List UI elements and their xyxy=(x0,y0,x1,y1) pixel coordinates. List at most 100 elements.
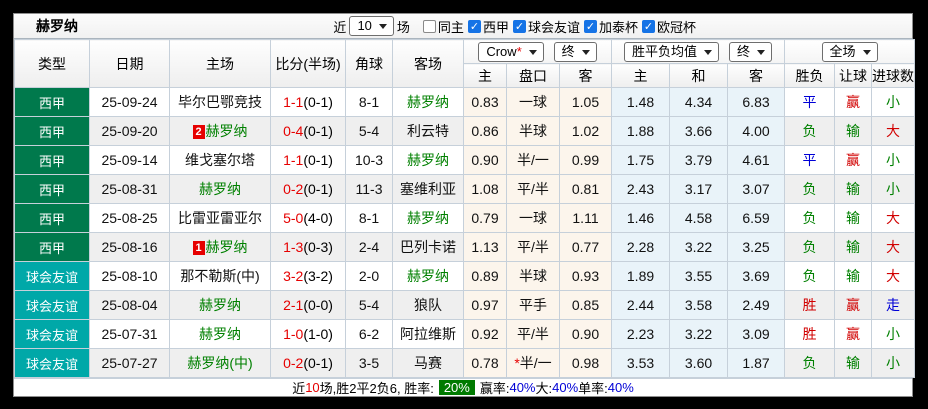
avg-home-odds-cell: 2.44 xyxy=(612,291,670,320)
date-cell: 25-07-31 xyxy=(90,320,170,349)
avg-final-select[interactable]: 终 xyxy=(729,42,772,62)
away-team-name: 利云特 xyxy=(407,123,449,139)
checkbox-unchecked-icon[interactable] xyxy=(423,20,436,33)
avg-draw-odds-cell: 3.17 xyxy=(670,175,728,204)
score-cell: 1-1(0-1) xyxy=(271,88,346,117)
avg-draw-odds-cell: 3.66 xyxy=(670,117,728,146)
asian-odds-header: Crow* 终 xyxy=(464,40,612,64)
sub-header-asian-line: 盘口 xyxy=(507,64,560,88)
away-team-name: 狼队 xyxy=(414,297,442,313)
half-time-score: (0-1) xyxy=(303,123,333,139)
summary-bar: 近10场,胜2平2负6, 胜率:20%赢率:40% 大:40% 单率:40% xyxy=(14,378,912,396)
asian-line-cell: 平手 xyxy=(507,291,560,320)
full-time-score: 2-1 xyxy=(283,297,303,313)
asian-away-odds-cell: 1.02 xyxy=(560,117,612,146)
goals-result-cell: 小 xyxy=(872,175,915,204)
date-cell: 25-08-10 xyxy=(90,262,170,291)
avg-select[interactable]: 胜平负均值 xyxy=(624,42,719,62)
stats-panel: 赫罗纳 近 10 场 同主✓西甲✓球会友谊✓加泰杯✓欧冠杯 类型 日期 主场 比… xyxy=(13,13,913,397)
asian-line-value: 平手 xyxy=(519,297,547,313)
sub-header-avg-draw: 和 xyxy=(670,64,728,88)
type-cell: 球会友谊 xyxy=(15,291,90,320)
chevron-down-icon xyxy=(529,50,537,59)
filter-checkbox-item[interactable]: ✓加泰杯 xyxy=(584,17,638,36)
checkbox-checked-icon[interactable]: ✓ xyxy=(642,20,655,33)
checkbox-checked-icon[interactable]: ✓ xyxy=(468,20,481,33)
table-row: 球会友谊25-07-31赫罗纳1-0(1-0)6-2阿拉维斯0.92平/半0.9… xyxy=(15,320,915,349)
corners-cell: 3-5 xyxy=(346,349,393,378)
filter-checkbox-label: 球会友谊 xyxy=(528,17,580,36)
corners-cell: 5-4 xyxy=(346,291,393,320)
goals-result-cell: 小 xyxy=(872,88,915,117)
filter-checkbox-item[interactable]: ✓西甲 xyxy=(468,17,509,36)
table-row: 球会友谊25-08-04赫罗纳2-1(0-0)5-4狼队0.97平手0.852.… xyxy=(15,291,915,320)
date-cell: 25-08-04 xyxy=(90,291,170,320)
chevron-down-icon xyxy=(582,50,590,59)
card-badge: 2 xyxy=(193,125,205,139)
sub-header-asian-away: 客 xyxy=(560,64,612,88)
header-row-dropdowns: 类型 日期 主场 比分(半场) 角球 客场 Crow* 终 xyxy=(15,40,915,64)
home-team-cell: 赫罗纳 xyxy=(170,175,271,204)
summary-segment: 近 xyxy=(292,378,305,397)
bookmaker-select[interactable]: Crow* xyxy=(478,42,543,62)
away-team-cell: 塞维利亚 xyxy=(393,175,464,204)
win-rate-badge: 20% xyxy=(439,380,475,395)
title-bar: 赫罗纳 近 10 场 同主✓西甲✓球会友谊✓加泰杯✓欧冠杯 xyxy=(14,14,912,39)
asian-line-value: 半/一 xyxy=(517,152,549,168)
date-cell: 25-09-14 xyxy=(90,146,170,175)
avg-home-odds-cell: 1.88 xyxy=(612,117,670,146)
avg-away-odds-cell: 6.83 xyxy=(728,88,785,117)
scope-select[interactable]: 全场 xyxy=(822,42,878,62)
recent-label: 近 xyxy=(333,17,346,36)
home-team-name: 那不勒斯(中) xyxy=(180,268,259,284)
score-cell: 1-0(1-0) xyxy=(271,320,346,349)
asian-line-value: 半/一 xyxy=(520,355,552,371)
filter-checkbox-label: 西甲 xyxy=(483,17,509,36)
sub-header-avg-home: 主 xyxy=(612,64,670,88)
filter-checkbox-item[interactable]: 同主 xyxy=(423,17,464,36)
sub-header-result: 胜负 xyxy=(785,64,835,88)
avg-away-odds-cell: 6.59 xyxy=(728,204,785,233)
home-team-cell: 毕尔巴鄂竞技 xyxy=(170,88,271,117)
checkbox-checked-icon[interactable]: ✓ xyxy=(513,20,526,33)
corners-cell: 11-3 xyxy=(346,175,393,204)
bookmaker-final-value: 终 xyxy=(562,44,575,60)
avg-draw-odds-cell: 3.58 xyxy=(670,291,728,320)
date-cell: 25-08-25 xyxy=(90,204,170,233)
date-cell: 25-08-16 xyxy=(90,233,170,262)
asian-line-value: 平/半 xyxy=(517,239,549,255)
summary-segment: 赢率: xyxy=(480,378,510,397)
goals-result-cell: 走 xyxy=(872,291,915,320)
asian-line-cell: 一球 xyxy=(507,204,560,233)
asian-away-odds-cell: 0.81 xyxy=(560,175,612,204)
away-team-name: 阿拉维斯 xyxy=(400,326,456,342)
avg-away-odds-cell: 3.69 xyxy=(728,262,785,291)
goals-result-cell: 小 xyxy=(872,349,915,378)
home-team-name: 维戈塞尔塔 xyxy=(185,152,255,168)
col-header-away: 客场 xyxy=(393,40,464,88)
handicap-result-cell: 输 xyxy=(835,175,872,204)
summary-segment: 40% xyxy=(509,380,535,395)
type-cell: 球会友谊 xyxy=(15,320,90,349)
bookmaker-star: * xyxy=(517,44,522,59)
filter-checkbox-item[interactable]: ✓球会友谊 xyxy=(513,17,580,36)
asian-away-odds-cell: 0.99 xyxy=(560,146,612,175)
avg-draw-odds-cell: 4.58 xyxy=(670,204,728,233)
full-time-score: 1-0 xyxy=(283,326,303,342)
checkbox-checked-icon[interactable]: ✓ xyxy=(584,20,597,33)
home-team-name: 赫罗纳 xyxy=(199,181,241,197)
half-time-score: (0-1) xyxy=(303,181,333,197)
bookmaker-final-select[interactable]: 终 xyxy=(554,42,597,62)
recent-games-select[interactable]: 10 xyxy=(349,16,393,36)
table-row: 西甲25-08-161赫罗纳1-3(0-3)2-4巴列卡诺1.13平/半0.77… xyxy=(15,233,915,262)
handicap-result-cell: 输 xyxy=(835,262,872,291)
result-cell: 负 xyxy=(785,233,835,262)
avg-home-odds-cell: 2.23 xyxy=(612,320,670,349)
type-cell: 西甲 xyxy=(15,204,90,233)
type-cell: 球会友谊 xyxy=(15,349,90,378)
date-cell: 25-07-27 xyxy=(90,349,170,378)
filter-checkbox-item[interactable]: ✓欧冠杯 xyxy=(642,17,696,36)
home-team-name: 赫罗纳 xyxy=(199,326,241,342)
table-row: 西甲25-09-14维戈塞尔塔1-1(0-1)10-3赫罗纳0.90半/一0.9… xyxy=(15,146,915,175)
asian-home-odds-cell: 0.83 xyxy=(464,88,507,117)
